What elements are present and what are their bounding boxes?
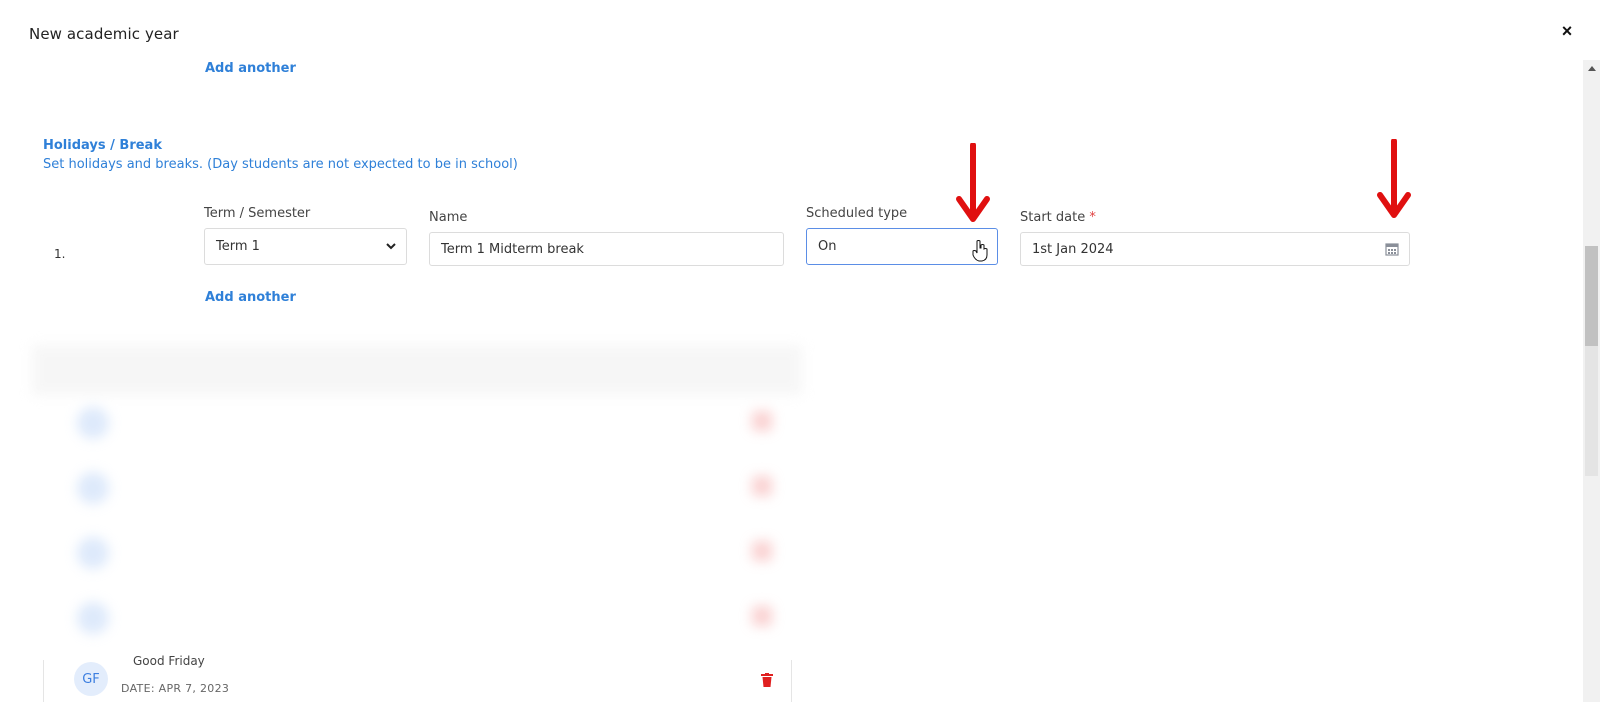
term-semester-select[interactable]: Term 1: [204, 228, 407, 265]
calendar-icon[interactable]: [1385, 242, 1399, 256]
scroll-up-arrow-icon[interactable]: [1583, 60, 1600, 77]
term-semester-value: Term 1: [216, 239, 260, 254]
name-input[interactable]: Term 1 Midterm break: [429, 232, 784, 266]
start-date-value: 1st Jan 2024: [1032, 241, 1114, 257]
list-border: [791, 660, 792, 702]
name-label: Name: [429, 210, 468, 225]
start-date-label: Start date *: [1020, 210, 1096, 225]
pointer-cursor-icon: [972, 240, 988, 262]
chevron-down-icon: [386, 242, 396, 252]
close-button[interactable]: ×: [1556, 20, 1578, 42]
add-another-link-top[interactable]: Add another: [205, 61, 296, 76]
scrollbar-thumb-shadow: [1585, 346, 1598, 476]
scheduled-type-select[interactable]: On: [806, 228, 998, 265]
trash-icon: [752, 606, 772, 626]
blurred-list-header: [32, 345, 802, 395]
avatar: GF: [74, 662, 108, 696]
required-asterisk: *: [1089, 210, 1096, 225]
trash-icon: [752, 411, 772, 431]
name-input-value: Term 1 Midterm break: [441, 241, 584, 257]
annotation-arrow-icon: [1374, 138, 1414, 221]
list-item: [32, 590, 802, 650]
trash-icon[interactable]: [761, 672, 773, 687]
term-semester-label: Term / Semester: [204, 206, 311, 221]
avatar: [77, 407, 109, 439]
close-icon: ×: [1561, 21, 1573, 41]
list-item: [32, 395, 802, 455]
avatar: [77, 602, 109, 634]
row-number: 1.: [54, 247, 66, 261]
avatar: [77, 472, 109, 504]
trash-icon: [752, 541, 772, 561]
holidays-section-description: Set holidays and breaks. (Day students a…: [43, 157, 518, 172]
holiday-name: Good Friday: [133, 654, 205, 668]
modal-title: New academic year: [29, 25, 179, 43]
new-academic-year-modal: New academic year × Add another Holidays…: [0, 0, 1600, 702]
holidays-section-title: Holidays / Break: [43, 138, 162, 153]
scrollbar-thumb[interactable]: [1585, 246, 1598, 346]
add-another-link-holidays[interactable]: Add another: [205, 290, 296, 305]
scheduled-type-value: On: [818, 239, 837, 254]
annotation-arrow-icon: [953, 142, 993, 225]
list-item-good-friday: GF Good Friday DATE: APR 7, 2023: [44, 654, 791, 702]
start-date-label-text: Start date: [1020, 210, 1086, 225]
avatar: [77, 537, 109, 569]
trash-icon: [752, 476, 772, 496]
blurred-holiday-list: [32, 345, 802, 675]
scheduled-type-label: Scheduled type: [806, 206, 908, 221]
holiday-date: DATE: APR 7, 2023: [121, 682, 230, 695]
start-date-input[interactable]: 1st Jan 2024: [1020, 232, 1410, 266]
list-item: [32, 460, 802, 520]
list-item: [32, 525, 802, 585]
